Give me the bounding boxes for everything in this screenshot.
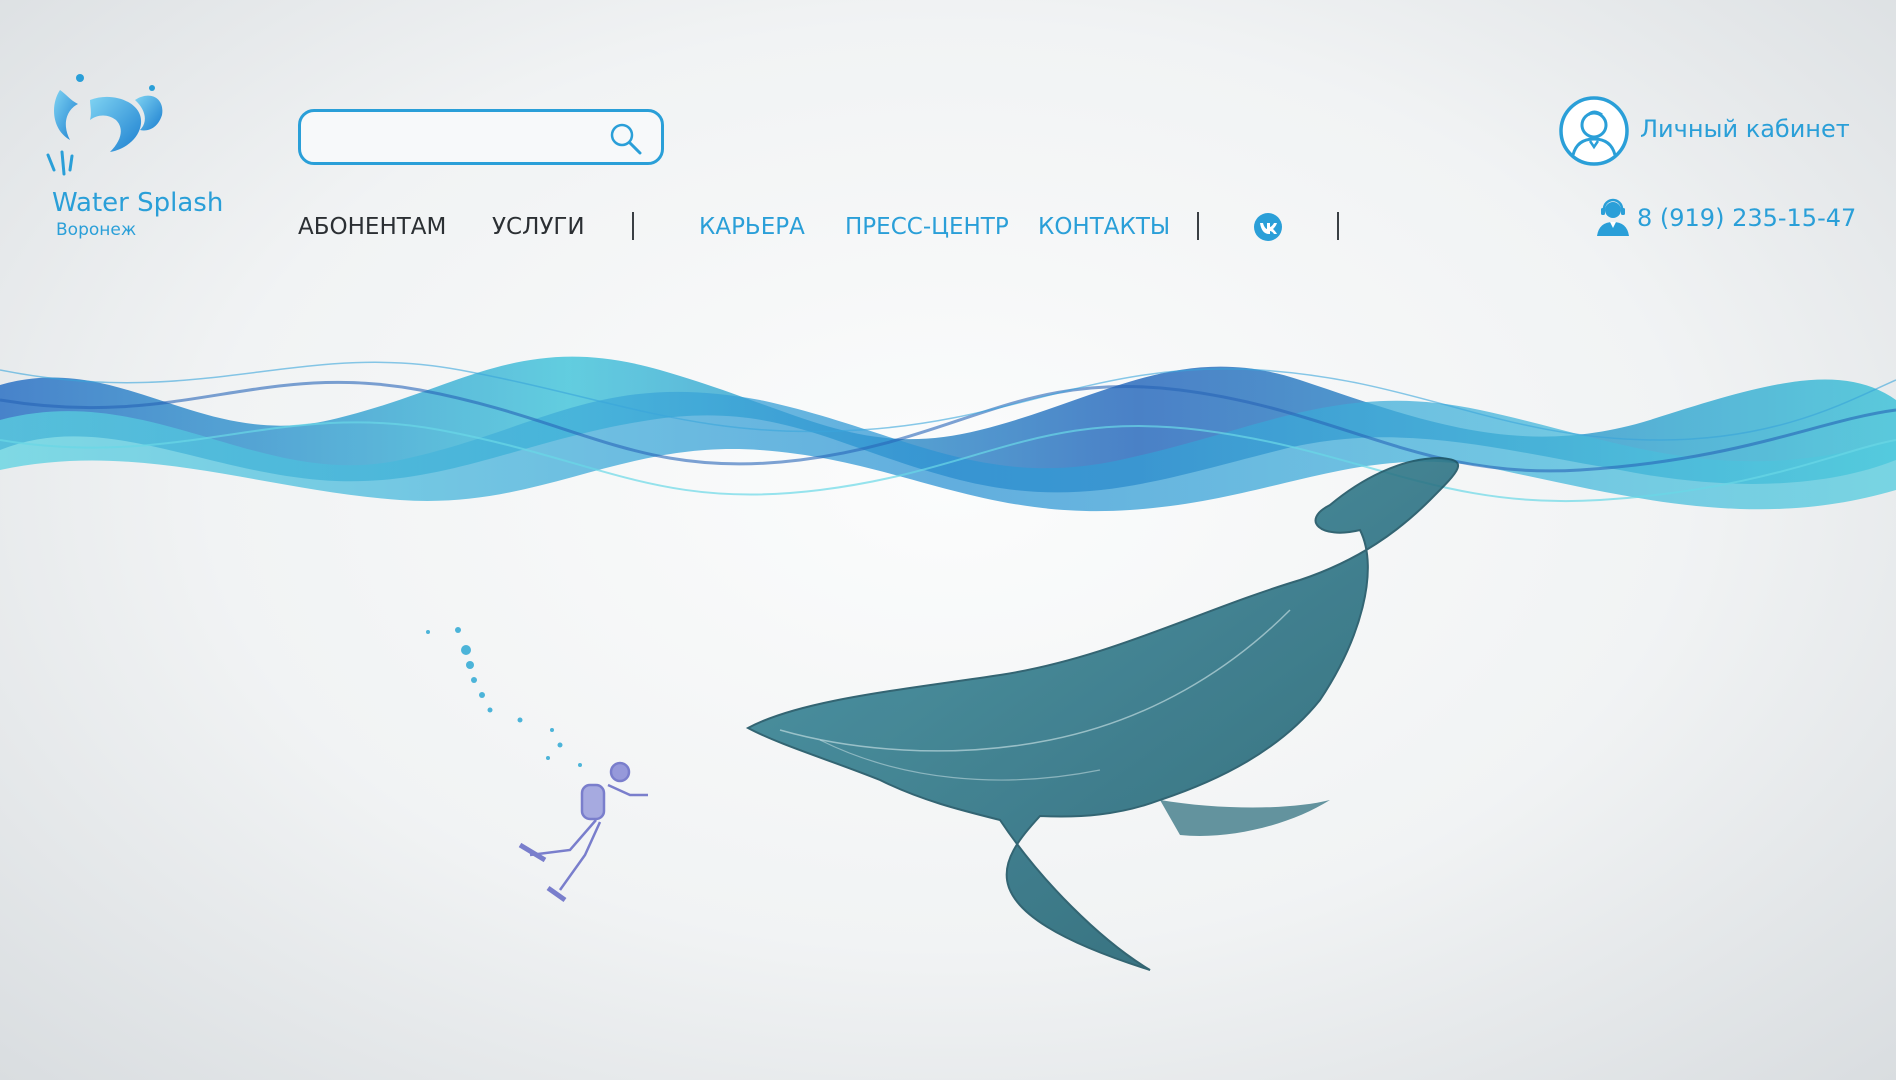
nav-divider [1337,212,1339,240]
phone-number: 8 (919) 235-15-47 [1637,204,1857,232]
wave-ribbons [0,356,1896,512]
account-label: Личный кабинет [1640,115,1850,143]
water-splash-logo-icon [46,74,163,176]
support-agent-icon [1597,198,1629,236]
nav-item-subscribers[interactable]: АБОНЕНТАМ [298,214,446,240]
brand-name: Water Splash [52,188,224,218]
nav-item-press-center[interactable]: ПРЕСС-ЦЕНТР [845,214,1009,240]
vk-icon[interactable] [1253,212,1283,242]
brand-logo[interactable]: Water Splash Воронеж [40,70,223,245]
search-bar [298,109,664,165]
whale [745,456,1460,971]
nav-divider [632,212,634,240]
user-avatar-icon [1559,96,1629,166]
search-icon[interactable] [607,120,645,158]
brand-city: Воронеж [56,220,137,240]
nav-item-career[interactable]: КАРЬЕРА [699,214,805,240]
nav-item-services[interactable]: УСЛУГИ [492,214,585,240]
bubbles [426,627,582,767]
nav-divider [1197,212,1199,240]
nav-item-contacts[interactable]: КОНТАКТЫ [1038,214,1170,240]
hero-illustration [0,356,1896,971]
search-input[interactable] [315,122,599,154]
scuba-diver [518,761,648,903]
